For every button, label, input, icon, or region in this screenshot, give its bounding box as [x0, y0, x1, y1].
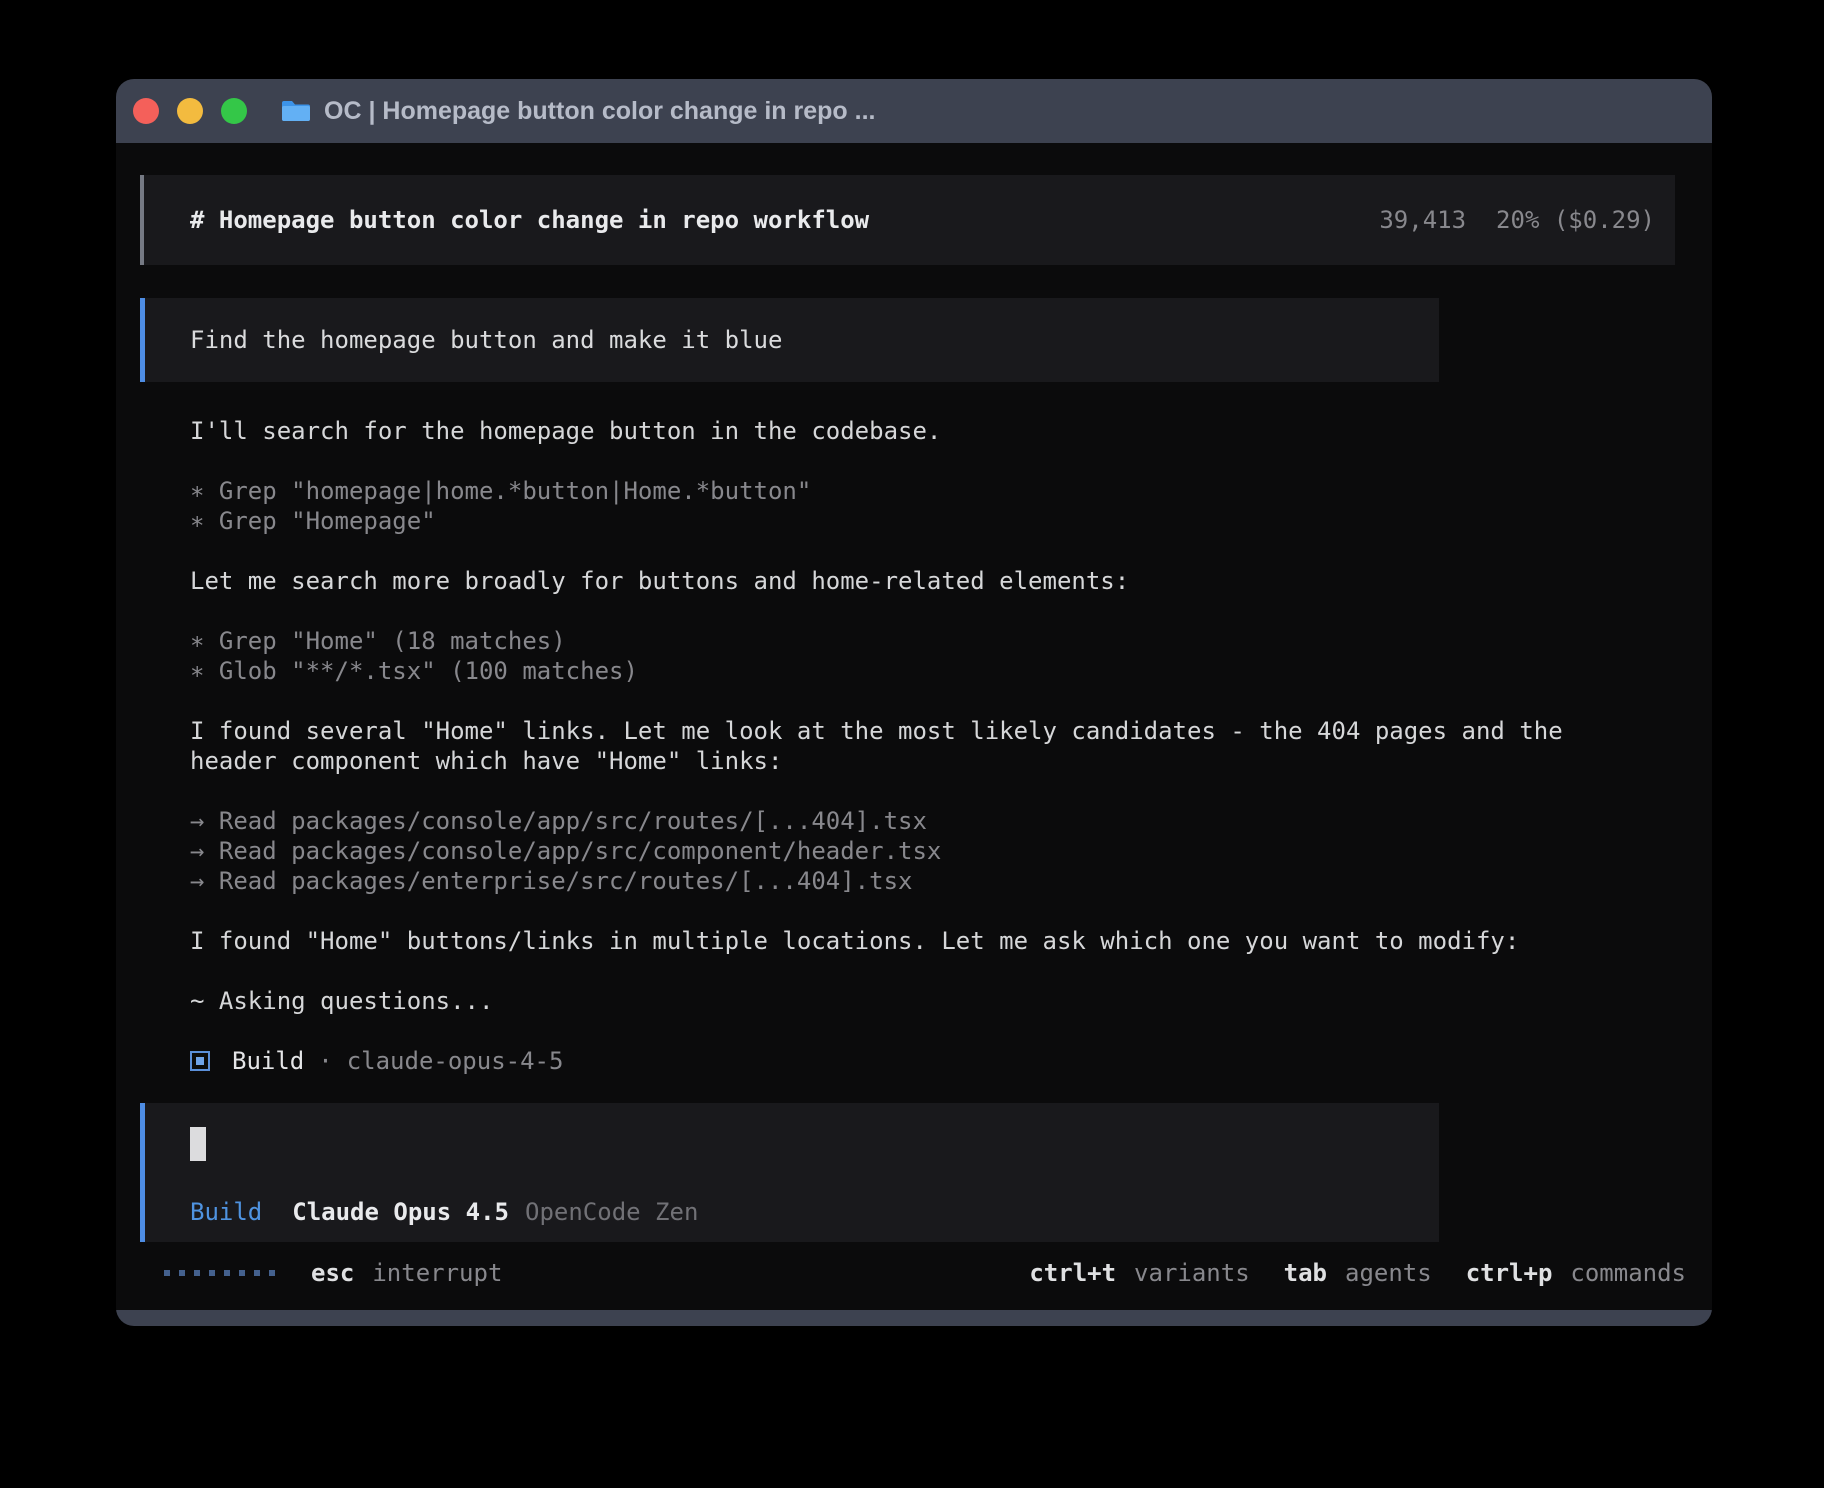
shortcut-key: tab	[1284, 1259, 1327, 1287]
window-bottom-edge	[116, 1310, 1712, 1326]
tool-call-grep: ∗ Grep "Home" (18 matches)	[190, 626, 1712, 656]
user-message-text: Find the homepage button and make it blu…	[190, 326, 782, 354]
shortcut-label: commands	[1570, 1259, 1686, 1287]
build-agent-icon-inner	[196, 1057, 204, 1065]
spinner-dot	[224, 1270, 230, 1276]
composer-meta: Build Claude Opus 4.5 OpenCode Zen	[190, 1198, 1419, 1226]
assistant-text-line: I found several "Home" links. Let me loo…	[190, 716, 1712, 746]
shortcut-label: agents	[1345, 1259, 1432, 1287]
status-left: esc interrupt	[164, 1259, 502, 1287]
shortcut-variants: ctrl+t variants	[1029, 1259, 1249, 1287]
spinner-dot	[209, 1270, 215, 1276]
assistant-text-line: I found "Home" buttons/links in multiple…	[190, 926, 1712, 956]
tool-call-grep: ∗ Grep "Homepage"	[190, 506, 1712, 536]
build-agent-icon	[190, 1051, 210, 1071]
assistant-text-line: header component which have "Home" links…	[190, 746, 1712, 776]
tool-call-read: → Read packages/enterprise/src/routes/[.…	[190, 866, 1712, 896]
tool-call-read: → Read packages/console/app/src/routes/[…	[190, 806, 1712, 836]
agent-separator: ·	[318, 1047, 332, 1075]
composer-provider: OpenCode Zen	[525, 1198, 698, 1226]
assistant-response: I'll search for the homepage button in t…	[190, 416, 1712, 1076]
composer-mode: Build	[190, 1198, 262, 1226]
shortcut-label: variants	[1134, 1259, 1250, 1287]
user-message: Find the homepage button and make it blu…	[140, 298, 1439, 382]
context-usage-cost: 20% ($0.29)	[1496, 206, 1655, 234]
agent-model: claude-opus-4-5	[347, 1047, 564, 1075]
agent-name: Build	[232, 1047, 304, 1075]
assistant-text-line: Let me search more broadly for buttons a…	[190, 566, 1712, 596]
close-button[interactable]	[133, 98, 159, 124]
tool-call-grep: ∗ Grep "homepage|home.*button|Home.*butt…	[190, 476, 1712, 506]
shortcut-agents: tab agents	[1284, 1259, 1432, 1287]
spinner	[164, 1270, 275, 1276]
tool-call-read: → Read packages/console/app/src/componen…	[190, 836, 1712, 866]
session-title: # Homepage button color change in repo w…	[190, 206, 869, 234]
spinner-dot	[269, 1270, 275, 1276]
tool-call-glob: ∗ Glob "**/*.tsx" (100 matches)	[190, 656, 1712, 686]
status-asking-questions: ~ Asking questions...	[190, 986, 1712, 1016]
token-count: 39,413	[1379, 206, 1466, 234]
assistant-text-line: I'll search for the homepage button in t…	[190, 416, 1712, 446]
window-titlebar: OC | Homepage button color change in rep…	[116, 79, 1712, 143]
spinner-dot	[194, 1270, 200, 1276]
window-controls	[133, 98, 247, 124]
spinner-dot	[179, 1270, 185, 1276]
shortcut-hints: ctrl+t variants tab agents ctrl+p comman…	[1029, 1259, 1686, 1287]
spinner-dot	[164, 1270, 170, 1276]
terminal-window: OC | Homepage button color change in rep…	[116, 79, 1712, 1326]
terminal-content: # Homepage button color change in repo w…	[116, 143, 1712, 1310]
text-cursor	[190, 1127, 206, 1161]
prompt-input[interactable]: Build Claude Opus 4.5 OpenCode Zen	[140, 1103, 1439, 1242]
spinner-dot	[239, 1270, 245, 1276]
zoom-button[interactable]	[221, 98, 247, 124]
shortcut-commands: ctrl+p commands	[1466, 1259, 1686, 1287]
esc-key-hint: esc	[311, 1259, 354, 1287]
agent-status-row: Build · claude-opus-4-5	[190, 1046, 1712, 1076]
minimize-button[interactable]	[177, 98, 203, 124]
shortcut-key: ctrl+t	[1029, 1259, 1116, 1287]
shortcut-key: ctrl+p	[1466, 1259, 1553, 1287]
session-stats: 39,413 20% ($0.29)	[1379, 206, 1655, 234]
esc-key-label: interrupt	[372, 1259, 502, 1287]
folder-icon	[280, 98, 312, 124]
composer-model: Claude Opus 4.5	[292, 1198, 509, 1226]
window-title: OC | Homepage button color change in rep…	[324, 97, 875, 126]
session-header: # Homepage button color change in repo w…	[140, 175, 1675, 265]
spinner-dot	[254, 1270, 260, 1276]
status-bar: esc interrupt ctrl+t variants tab agents…	[164, 1255, 1686, 1291]
